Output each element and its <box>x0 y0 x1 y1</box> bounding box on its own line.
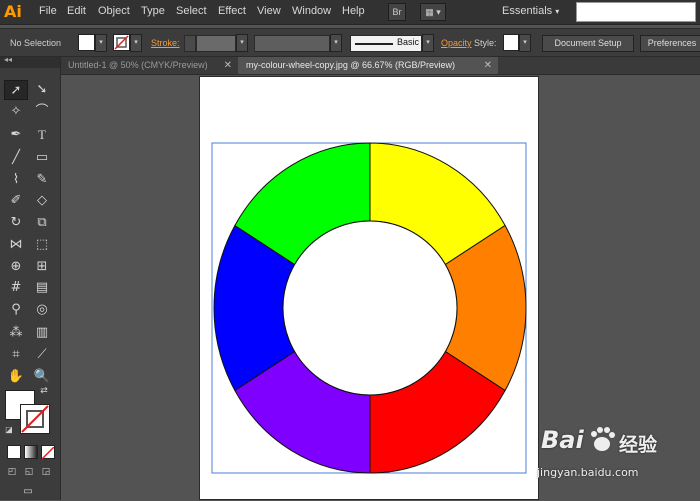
fill-swatch[interactable] <box>78 34 95 51</box>
menu-effect[interactable]: Effect <box>218 5 246 17</box>
workspace-label: Essentials <box>502 5 553 17</box>
tab-label: my-colour-wheel-copy.jpg @ 66.67% (RGB/P… <box>246 60 456 70</box>
fill-dropdown[interactable]: ▾ <box>95 34 107 52</box>
watermark-logo: Bai <box>541 426 584 454</box>
workspace-switcher[interactable]: Essentials ▾ <box>502 5 559 17</box>
app-logo[interactable]: Ai <box>4 2 26 22</box>
menu-view[interactable]: View <box>257 5 281 17</box>
colour-wheel[interactable] <box>200 77 540 501</box>
menu-window[interactable]: Window <box>292 5 331 17</box>
gradient-mode-button[interactable] <box>24 445 38 459</box>
no-stroke-icon <box>114 35 129 50</box>
stroke-color-swatch[interactable] <box>20 404 50 434</box>
layout-grid-icon: ▦ ▾ <box>425 7 441 17</box>
stroke-dropdown[interactable]: ▾ <box>130 34 142 52</box>
stroke-weight-stepper[interactable] <box>184 35 196 52</box>
chevron-down-icon: ▾ <box>555 7 560 16</box>
menu-type[interactable]: Type <box>141 5 165 17</box>
tools-panel: ◂◂ ➚ ➘ ✧ ⌒ ✒ T ╱ ▭ ⌇ ✎ ✐ ◇ ↻ ⧉ ⋈ ⬚ ⊕ ⊞ #… <box>0 55 61 500</box>
line-tool-icon[interactable]: ╱ <box>4 148 28 168</box>
variable-width-dropdown[interactable]: ▾ <box>330 34 342 52</box>
gradient-tool-icon[interactable]: ▤ <box>30 278 54 298</box>
color-mode-button[interactable] <box>7 445 21 459</box>
default-colors-icon[interactable]: ◪ <box>2 423 16 437</box>
watermark-url: jingyan.baidu.com <box>537 466 639 479</box>
magic-wand-tool-icon[interactable]: ✧ <box>4 102 28 122</box>
eyedropper-tool-icon[interactable]: ⚲ <box>4 300 28 320</box>
selection-status: No Selection <box>10 38 62 48</box>
collapse-icon[interactable]: ◂◂ <box>4 55 12 64</box>
help-search-input[interactable] <box>576 2 696 22</box>
brush-dropdown[interactable]: ▾ <box>422 34 434 52</box>
mesh-tool-icon[interactable]: # <box>4 278 28 298</box>
variable-width-profile[interactable] <box>254 35 330 52</box>
watermark: Bai 经验 jingyan.baidu.com <box>535 420 700 495</box>
menu-select[interactable]: Select <box>176 5 207 17</box>
tools-panel-header[interactable]: ◂◂ <box>0 55 60 68</box>
none-mode-button[interactable] <box>41 445 55 460</box>
screen-mode-icon[interactable]: ▭ <box>18 485 38 499</box>
stroke-weight-dropdown[interactable]: ▾ <box>236 34 248 52</box>
column-graph-tool-icon[interactable]: ▥ <box>30 323 54 343</box>
bridge-button[interactable]: Br <box>388 3 406 21</box>
rectangle-tool-icon[interactable]: ▭ <box>30 148 54 168</box>
tab-colour-wheel[interactable]: my-colour-wheel-copy.jpg @ 66.67% (RGB/P… <box>238 57 498 74</box>
blend-tool-icon[interactable]: ◎ <box>30 300 54 320</box>
stroke-label[interactable]: Stroke: <box>151 38 180 48</box>
paintbrush-tool-icon[interactable]: ⌇ <box>4 170 28 190</box>
opacity-label[interactable]: Opacity <box>441 38 472 48</box>
symbol-sprayer-tool-icon[interactable]: ⁂ <box>4 323 28 343</box>
style-label: Style: <box>474 38 497 48</box>
eraser-tool-icon[interactable]: ◇ <box>30 191 54 211</box>
draw-inside-icon[interactable]: ◲ <box>38 465 54 479</box>
document-tabs: Untitled-1 @ 50% (CMYK/Preview) ✕ my-col… <box>60 57 700 75</box>
width-tool-icon[interactable]: ⋈ <box>4 235 28 255</box>
artboard-tool-icon[interactable]: ⌗ <box>4 345 28 365</box>
menu-file[interactable]: File <box>39 5 57 17</box>
stroke-swatch[interactable] <box>113 34 130 51</box>
rotate-tool-icon[interactable]: ↻ <box>4 213 28 233</box>
wheel-center-hole <box>282 220 458 396</box>
draw-behind-icon[interactable]: ◱ <box>21 465 37 479</box>
tab-label: Untitled-1 @ 50% (CMYK/Preview) <box>68 60 208 70</box>
draw-normal-icon[interactable]: ◰ <box>4 465 20 479</box>
menu-edit[interactable]: Edit <box>67 5 86 17</box>
close-icon[interactable]: ✕ <box>484 57 492 74</box>
pencil-tool-icon[interactable]: ✎ <box>30 170 54 190</box>
paw-logo-icon <box>591 427 615 451</box>
no-color-icon <box>21 405 49 433</box>
shape-builder-tool-icon[interactable]: ⊕ <box>4 257 28 277</box>
close-icon[interactable]: ✕ <box>224 57 232 74</box>
lasso-tool-icon[interactable]: ⌒ <box>30 102 54 122</box>
selection-tool-icon[interactable]: ➚ <box>4 80 28 100</box>
swap-colors-icon[interactable]: ⇄ <box>36 384 52 398</box>
brush-stroke-preview <box>355 43 393 45</box>
graphic-style-dropdown[interactable]: ▾ <box>519 34 531 52</box>
pen-tool-icon[interactable]: ✒ <box>4 125 28 145</box>
tab-untitled-1[interactable]: Untitled-1 @ 50% (CMYK/Preview) ✕ <box>60 57 238 74</box>
watermark-logo-suffix: 经验 <box>619 434 658 456</box>
graphic-style-swatch[interactable] <box>503 34 519 51</box>
type-tool-icon[interactable]: T <box>30 125 54 145</box>
arrange-documents-button[interactable]: ▦ ▾ <box>420 3 446 21</box>
blob-brush-tool-icon[interactable]: ✐ <box>4 191 28 211</box>
brush-label: Basic <box>397 37 420 47</box>
control-bar: No Selection ▾ ▾ Stroke: ▾ ▾ Basic ▾ Opa… <box>0 28 700 57</box>
brush-definition[interactable]: Basic <box>350 35 422 52</box>
preferences-button[interactable]: Preferences <box>640 35 700 52</box>
menu-bar: Ai File Edit Object Type Select Effect V… <box>0 0 700 25</box>
free-transform-tool-icon[interactable]: ⬚ <box>30 235 54 255</box>
document-setup-button[interactable]: Document Setup <box>542 35 634 52</box>
artboard[interactable] <box>199 76 539 500</box>
none-icon <box>41 446 55 460</box>
scale-tool-icon[interactable]: ⧉ <box>30 213 54 233</box>
menu-help[interactable]: Help <box>342 5 365 17</box>
menu-object[interactable]: Object <box>98 5 130 17</box>
stroke-weight-field[interactable] <box>196 35 236 52</box>
slice-tool-icon[interactable]: ⟋ <box>30 345 54 365</box>
direct-selection-tool-icon[interactable]: ➘ <box>30 80 54 100</box>
perspective-grid-tool-icon[interactable]: ⊞ <box>30 257 54 277</box>
hand-tool-icon[interactable]: ✋ <box>4 367 28 387</box>
